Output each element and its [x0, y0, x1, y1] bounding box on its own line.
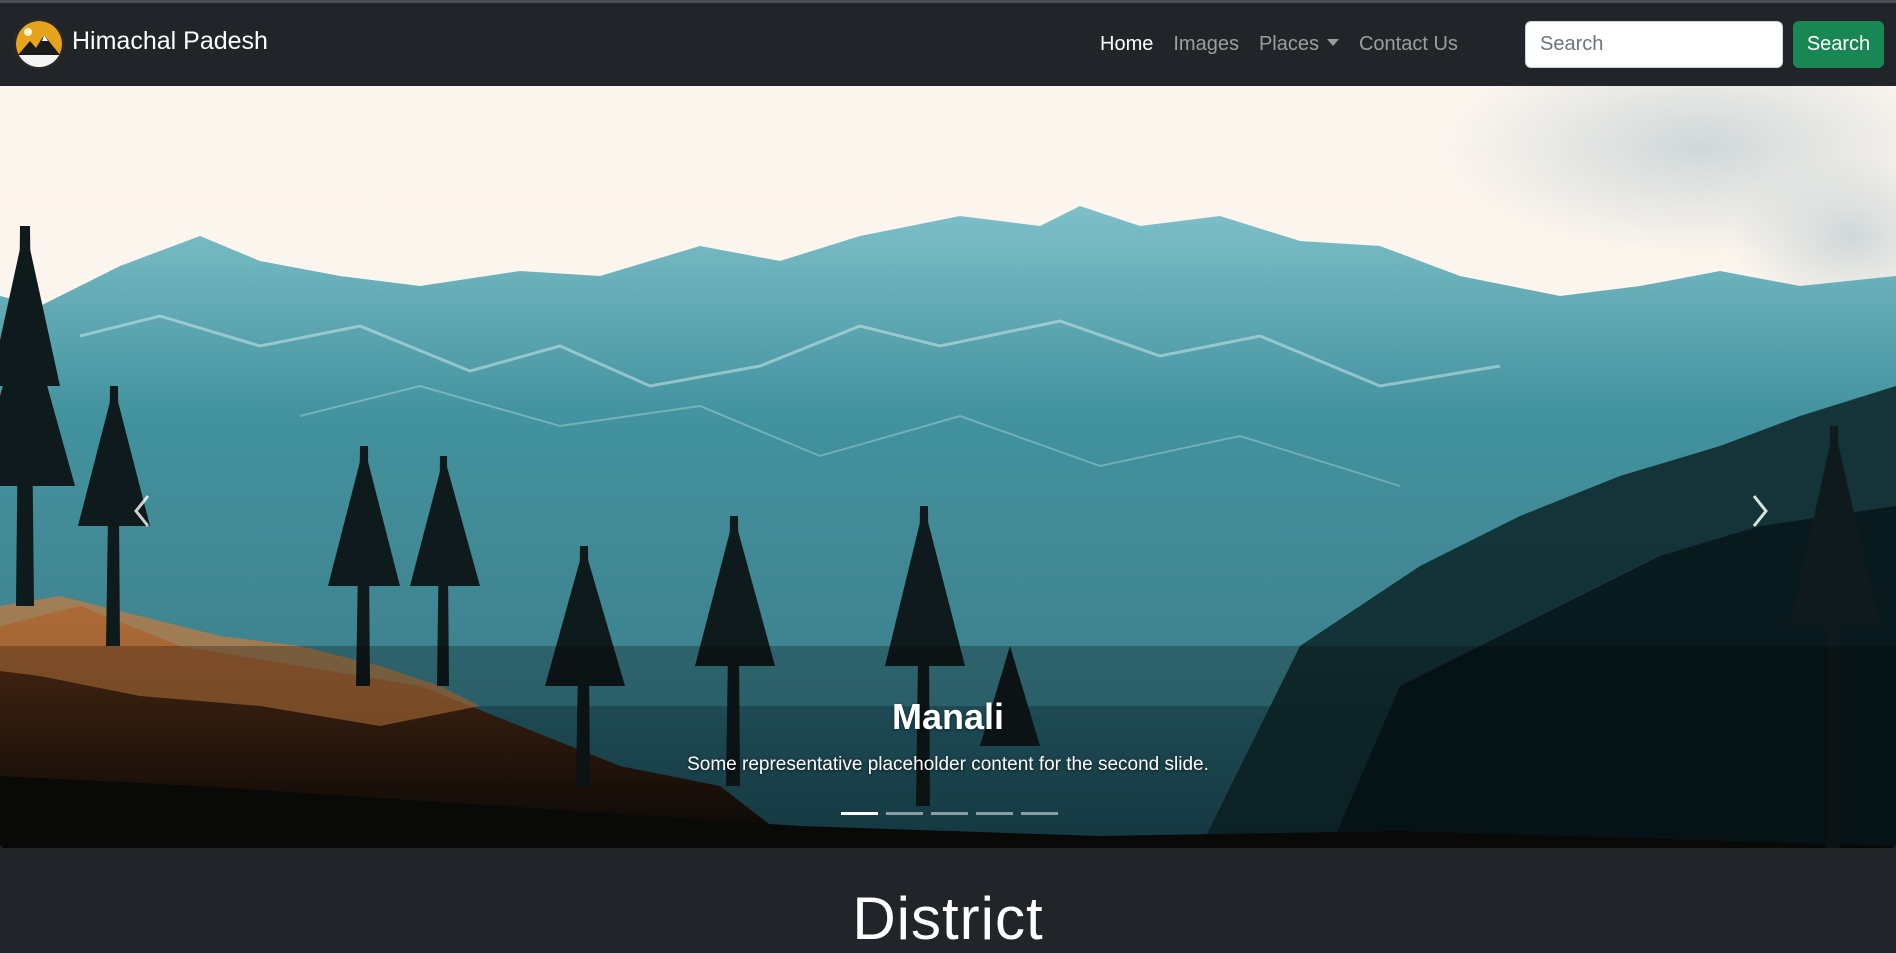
slide-caption: Some representative placeholder content …: [687, 754, 1209, 775]
nav-home[interactable]: Home: [1100, 33, 1153, 56]
carousel-prev-button[interactable]: [122, 476, 162, 546]
caret-down-icon: [1326, 39, 1339, 47]
nav-places-label: Places: [1258, 33, 1319, 55]
logo-icon: [14, 19, 64, 69]
nav-places-dropdown[interactable]: Places: [1259, 33, 1339, 56]
chevron-right-icon: [1752, 495, 1768, 527]
brand-name: Himachal Padesh: [72, 26, 268, 55]
navbar: Himachal Padesh Home Images Places Conta…: [0, 3, 1896, 86]
nav-contact[interactable]: Contact Us: [1359, 33, 1458, 56]
carousel-next-button[interactable]: [1740, 476, 1780, 546]
slide-title: Manali: [891, 696, 1005, 737]
nav-images[interactable]: Images: [1173, 33, 1239, 56]
search-input[interactable]: [1525, 21, 1783, 68]
hero-carousel: Manali Some representative placeholder c…: [0, 86, 1896, 848]
indicator-3[interactable]: [931, 812, 968, 815]
indicator-1[interactable]: [841, 812, 878, 815]
search-button[interactable]: Search: [1793, 21, 1884, 68]
brand-link[interactable]: Himachal Padesh: [14, 19, 268, 69]
indicator-5[interactable]: [1021, 812, 1058, 815]
indicator-2[interactable]: [886, 812, 923, 815]
indicator-4[interactable]: [976, 812, 1013, 815]
nav-links: Home Images Places Contact Us: [1100, 33, 1478, 56]
section-heading: District: [852, 885, 1044, 952]
chevron-left-icon: [134, 495, 150, 527]
carousel-indicators: [841, 812, 1066, 815]
